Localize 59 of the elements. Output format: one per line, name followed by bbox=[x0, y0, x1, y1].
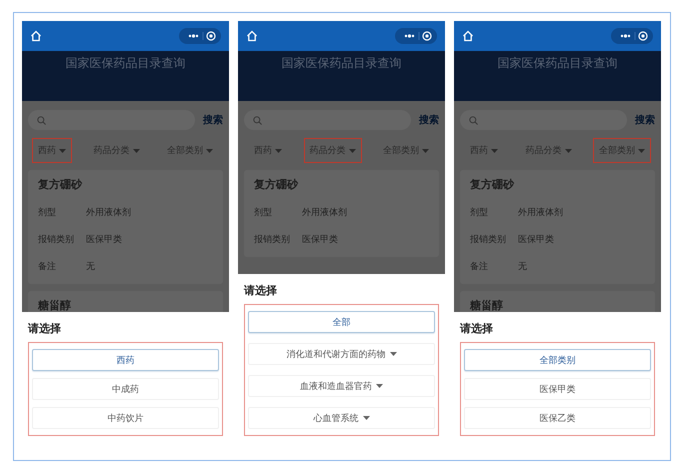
field-value: 外用液体剂 bbox=[86, 206, 131, 219]
page-title: 国家医保药品目录查询 bbox=[282, 55, 402, 72]
option-button[interactable]: 中药饮片 bbox=[32, 407, 219, 429]
field-label: 报销类别 bbox=[38, 234, 75, 246]
field-value: 外用液体剂 bbox=[518, 206, 563, 219]
caret-icon bbox=[275, 148, 282, 152]
field-label: 剂型 bbox=[38, 206, 57, 219]
home-icon[interactable] bbox=[30, 30, 42, 42]
search-icon bbox=[469, 116, 478, 124]
search-field[interactable] bbox=[244, 110, 411, 130]
field-value: 医保甲类 bbox=[518, 234, 554, 246]
search-icon bbox=[253, 116, 262, 124]
caret-icon bbox=[132, 148, 140, 152]
option-button[interactable]: 全部类别 bbox=[464, 349, 651, 371]
caret-icon bbox=[638, 148, 645, 152]
drug-name: 复方硼砂 bbox=[38, 177, 213, 199]
search-icon bbox=[37, 116, 46, 124]
search-field[interactable] bbox=[460, 110, 627, 130]
field-label: 剂型 bbox=[470, 206, 489, 219]
page-title: 国家医保药品目录查询 bbox=[66, 55, 186, 72]
option-button[interactable]: 医保乙类 bbox=[464, 407, 651, 429]
menu-capsule-icon[interactable] bbox=[395, 28, 437, 44]
option-button[interactable]: 医保甲类 bbox=[464, 378, 651, 400]
sheet-title: 请选择 bbox=[28, 321, 62, 336]
field-value: 医保甲类 bbox=[302, 234, 338, 246]
menu-capsule-icon[interactable] bbox=[179, 28, 221, 44]
caret-icon bbox=[564, 148, 572, 152]
field-label: 剂型 bbox=[254, 206, 273, 219]
caret-icon bbox=[422, 148, 429, 152]
field-label: 报销类别 bbox=[254, 234, 291, 246]
option-button[interactable]: 全部 bbox=[248, 311, 435, 333]
search-button[interactable]: 搜索 bbox=[635, 113, 655, 127]
home-icon[interactable] bbox=[246, 30, 258, 42]
field-value: 外用液体剂 bbox=[302, 206, 347, 219]
field-value: 医保甲类 bbox=[86, 234, 122, 246]
caret-icon bbox=[206, 148, 213, 152]
field-label: 备注 bbox=[38, 260, 57, 273]
option-button[interactable]: 消化道和代谢方面的药物 bbox=[248, 343, 435, 365]
option-button[interactable]: 中成药 bbox=[32, 378, 219, 400]
caret-icon bbox=[491, 148, 498, 152]
drug-name: 复方硼砂 bbox=[254, 177, 429, 199]
drug-name: 复方硼砂 bbox=[470, 177, 645, 199]
field-value: 无 bbox=[86, 261, 95, 273]
menu-capsule-icon[interactable] bbox=[611, 28, 653, 44]
home-icon[interactable] bbox=[462, 30, 474, 42]
option-button[interactable]: 心血管系统 bbox=[248, 407, 435, 429]
caret-icon bbox=[348, 148, 356, 152]
search-field[interactable] bbox=[28, 110, 195, 130]
field-label: 备注 bbox=[470, 260, 489, 273]
sheet-title: 请选择 bbox=[244, 283, 278, 298]
field-value: 无 bbox=[518, 261, 527, 273]
search-button[interactable]: 搜索 bbox=[203, 113, 223, 127]
option-button[interactable]: 血液和造血器官药 bbox=[248, 375, 435, 397]
field-label: 报销类别 bbox=[470, 234, 507, 246]
search-button[interactable]: 搜索 bbox=[419, 113, 439, 127]
sheet-title: 请选择 bbox=[460, 321, 494, 336]
page-title: 国家医保药品目录查询 bbox=[498, 55, 618, 72]
caret-icon bbox=[59, 148, 66, 152]
option-button[interactable]: 西药 bbox=[32, 349, 219, 371]
